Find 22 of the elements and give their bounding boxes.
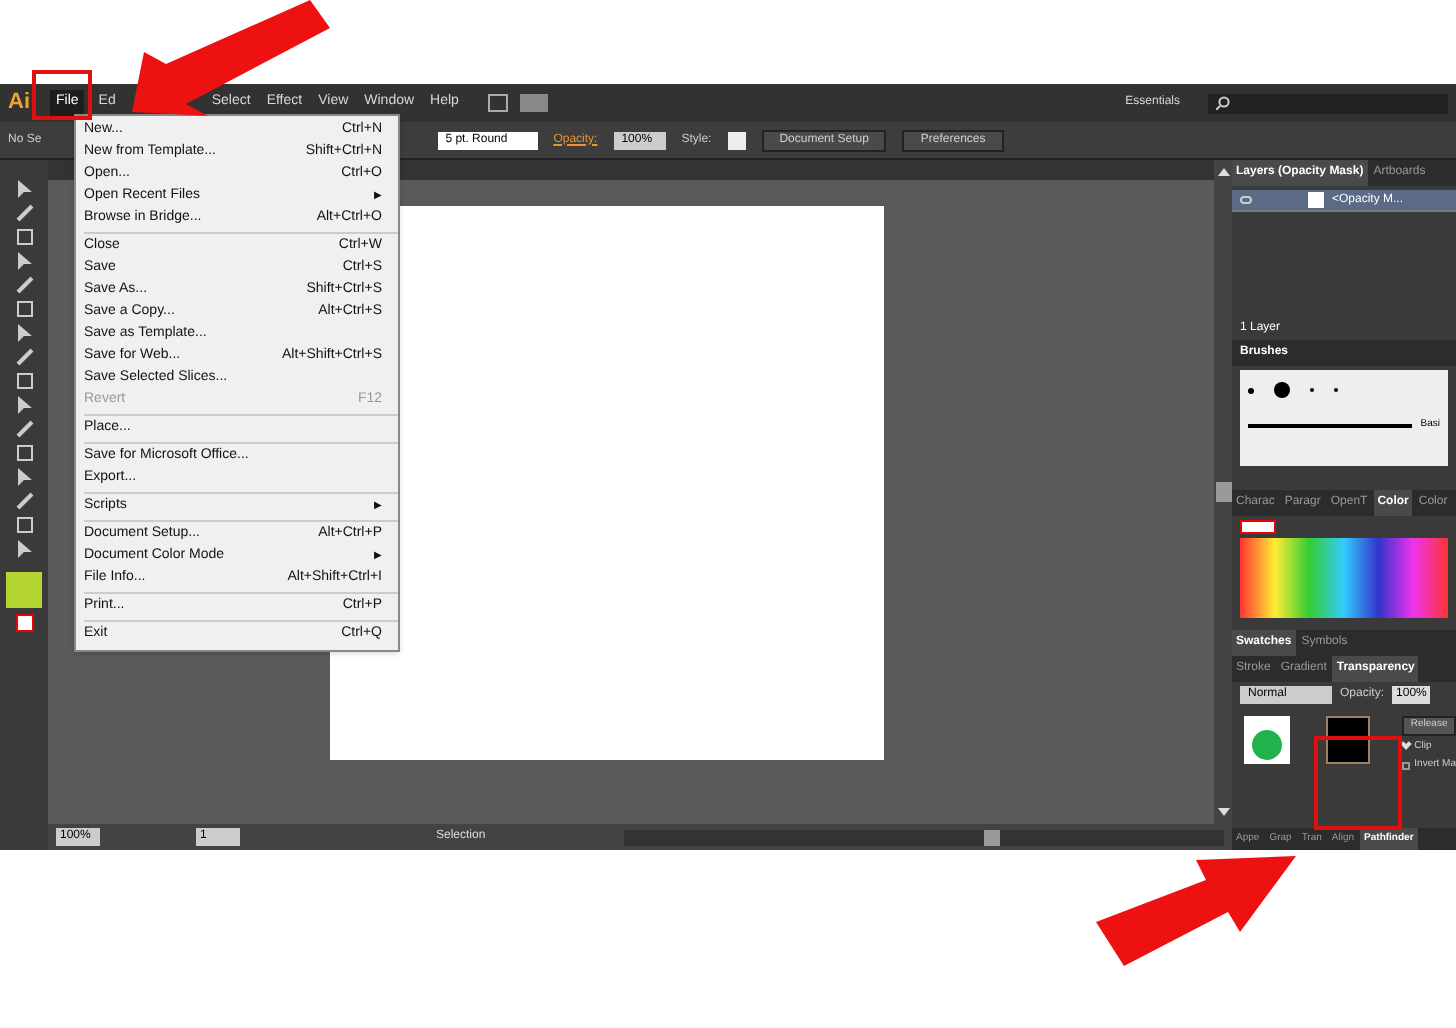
checkbox[interactable]	[1402, 761, 1411, 770]
artwork-thumbnail	[1244, 716, 1290, 764]
arrange-icon[interactable]	[488, 94, 509, 112]
fill-swatch[interactable]	[6, 572, 42, 608]
workspace-layout-icon[interactable]	[520, 94, 549, 112]
eye-icon[interactable]	[1240, 196, 1252, 204]
style-swatch[interactable]	[727, 131, 746, 149]
scroll-up-icon[interactable]	[1217, 168, 1229, 176]
scrollbar-thumb[interactable]	[1215, 482, 1231, 502]
fill-stroke-icon[interactable]	[1240, 520, 1276, 534]
highlight-box	[1314, 736, 1402, 830]
search-icon	[1216, 96, 1230, 110]
layer-thumbnail	[1308, 192, 1324, 208]
mask-thumbnail	[1325, 716, 1371, 764]
color-spectrum[interactable]	[1240, 538, 1448, 618]
search-field[interactable]	[1208, 93, 1448, 113]
brush-stroke-icon	[1248, 423, 1413, 428]
highlight-box	[32, 70, 92, 120]
horizontal-scrollbar[interactable]	[624, 829, 1224, 845]
scroll-down-icon[interactable]	[1217, 808, 1229, 816]
stroke-swatch[interactable]	[15, 614, 33, 632]
app-logo: Ai	[8, 88, 30, 119]
